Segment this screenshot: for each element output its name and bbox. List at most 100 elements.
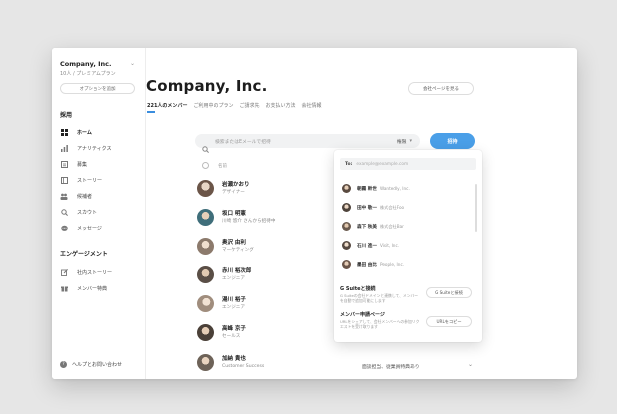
search-icon [60, 209, 68, 216]
suggestion-name: 森下 秋美 [357, 224, 377, 230]
avatar [197, 180, 214, 197]
member-name: 赤川 裕次郎 [222, 267, 252, 274]
tab-company-info[interactable]: 会社情報 [302, 102, 322, 109]
copy-url-button[interactable]: URLをコピー [426, 316, 472, 327]
suggestion-company: Wantedly, Inc. [379, 186, 410, 191]
suggestion-company: Visit, Inc. [379, 243, 400, 248]
role-select[interactable]: 権限 ▾ [397, 138, 412, 145]
avatar [197, 295, 214, 312]
sidebar-item-label: 募集 [77, 162, 88, 168]
table-row[interactable]: 加納 貴也 Customer Success [197, 354, 264, 371]
sidebar-item-label: ホーム [77, 130, 92, 136]
suggestion-company: 株式会社Foo [379, 204, 405, 210]
member-name: 高峰 京子 [222, 325, 246, 332]
table-row[interactable]: 湯川 裕子 エンジニア [197, 295, 246, 312]
view-company-page-button[interactable]: 会社ページを見る [408, 82, 474, 95]
invite-button[interactable]: 招待 [430, 133, 475, 149]
section-hiring-title: 採用 [60, 112, 73, 119]
avatar [342, 184, 351, 193]
scrollbar[interactable] [475, 184, 477, 232]
tab-billing-address[interactable]: ご請求先 [239, 102, 259, 109]
gift-icon [60, 285, 68, 292]
avatar [342, 241, 351, 250]
avatar [197, 209, 214, 226]
suggestion-name: 朝霧 幹世 [357, 186, 377, 192]
sidebar-item-analytics[interactable]: アナリティクス [60, 144, 111, 153]
avatar [197, 266, 214, 283]
add-option-button[interactable]: オプションを追加 [60, 83, 135, 94]
sidebar-item-label: ストーリー [77, 178, 103, 184]
chevron-down-icon[interactable]: ⌄ [468, 361, 473, 368]
sidebar-item-recruiting[interactable]: 募集 [60, 160, 87, 169]
tab-payment-method[interactable]: お支払い方法 [265, 102, 295, 109]
avatar [342, 260, 351, 269]
suggestion-item[interactable]: 田中 敬一 株式会社Foo [342, 203, 404, 212]
tab-members[interactable]: 221人のメンバー [147, 102, 187, 113]
tab-plan[interactable]: ご利用中のプラン [193, 102, 233, 109]
sidebar-item-internal-story[interactable]: 社内ストーリー [60, 268, 112, 277]
chat-icon [60, 225, 68, 232]
bar-chart-icon [60, 145, 68, 152]
request-page-description: URLをシェアして、会社メンバーへの参加リクエストを受け取ります [340, 319, 420, 329]
tab-bar: 221人のメンバー ご利用中のプラン ご請求先 お支払い方法 会社情報 [147, 102, 322, 113]
org-name[interactable]: Company, Inc. [60, 60, 112, 68]
sidebar-item-messages[interactable]: メッセージ [60, 224, 102, 233]
table-row[interactable]: 岩瀬かおり デザイナー [197, 180, 250, 197]
member-role: 川崎 悠介 さんから招待中 [222, 218, 276, 224]
suggestion-item[interactable]: 森下 秋美 株式会社Bar [342, 222, 404, 231]
suggestion-company: 株式会社Bar [379, 223, 404, 229]
sidebar-item-label: スカウト [77, 210, 98, 216]
suggestion-item[interactable]: 墨田 由比 People, Inc. [342, 260, 404, 269]
select-all-radio[interactable] [202, 162, 209, 169]
invite-email-input[interactable]: example@example.com [356, 162, 408, 167]
help-label: ヘルプとお問い合わせ [72, 362, 123, 368]
table-row[interactable]: 奥沢 由利 マーケティング [197, 238, 254, 255]
search-icon [202, 138, 209, 153]
member-meta: 面談担当、従業員特典あり [362, 365, 420, 370]
sidebar-item-label: 社内ストーリー [77, 270, 113, 276]
avatar [197, 354, 214, 371]
suggestion-item[interactable]: 朝霧 幹世 Wantedly, Inc. [342, 184, 410, 193]
table-row[interactable]: 高峰 京子 セールス [197, 324, 246, 341]
table-row[interactable]: 坂口 明憲 川崎 悠介 さんから招待中 [197, 209, 275, 226]
suggestion-name: 田中 敬一 [357, 205, 377, 211]
avatar [342, 203, 351, 212]
sidebar-item-candidates[interactable]: 候補者 [60, 192, 92, 201]
avatar [197, 238, 214, 255]
table-row[interactable]: 赤川 裕次郎 エンジニア [197, 266, 251, 283]
member-name: 坂口 明憲 [222, 210, 246, 217]
suggestion-name: 石川 進一 [357, 243, 377, 249]
member-name: 湯川 裕子 [222, 296, 246, 303]
sidebar-item-story[interactable]: ストーリー [60, 176, 102, 185]
gsuite-connect-button[interactable]: G Suiteと接続 [426, 287, 472, 298]
member-role: マーケティング [222, 247, 254, 253]
request-page-title: メンバー申請ページ [340, 312, 385, 318]
section-engagement-title: エンゲージメント [60, 251, 108, 258]
sidebar-item-label: 候補者 [77, 194, 93, 200]
gsuite-description: G Suiteの会社ドメインと連携して、メンバーを自動で追加可能にします [340, 293, 419, 303]
column-name-label: 名前 [218, 163, 227, 169]
member-list-header: 名前 [202, 162, 227, 169]
sidebar-item-label: アナリティクス [77, 146, 112, 152]
avatar [197, 324, 214, 341]
story-icon [60, 177, 68, 184]
help-icon: ? [60, 361, 67, 368]
sidebar-item-label: メンバー特典 [77, 286, 108, 292]
invite-email-field[interactable]: To: example@example.com [340, 158, 476, 170]
search-bar[interactable]: 検索またはEメールで招待 権限 ▾ [195, 134, 420, 153]
sidebar-item-home[interactable]: ホーム [60, 128, 92, 137]
help-link[interactable]: ? ヘルプとお問い合わせ [60, 361, 122, 368]
sidebar-item-member-benefits[interactable]: メンバー特典 [60, 284, 107, 293]
chevron-down-icon[interactable]: ⌄ [130, 60, 135, 67]
suggestion-item[interactable]: 石川 進一 Visit, Inc. [342, 241, 399, 250]
member-name: 奥沢 由利 [222, 239, 246, 246]
edit-icon [60, 269, 68, 276]
sidebar-item-label: メッセージ [77, 226, 102, 232]
member-role: Customer Success [222, 363, 265, 369]
people-icon [60, 193, 68, 200]
sidebar-item-scout[interactable]: スカウト [60, 208, 97, 217]
org-plan: 10人 / プレミアムプラン [60, 71, 116, 77]
role-select-label: 権限 [396, 139, 407, 145]
search-input[interactable]: 検索またはEメールで招待 [215, 138, 397, 145]
gsuite-title: G Suiteと接続 [340, 286, 376, 292]
